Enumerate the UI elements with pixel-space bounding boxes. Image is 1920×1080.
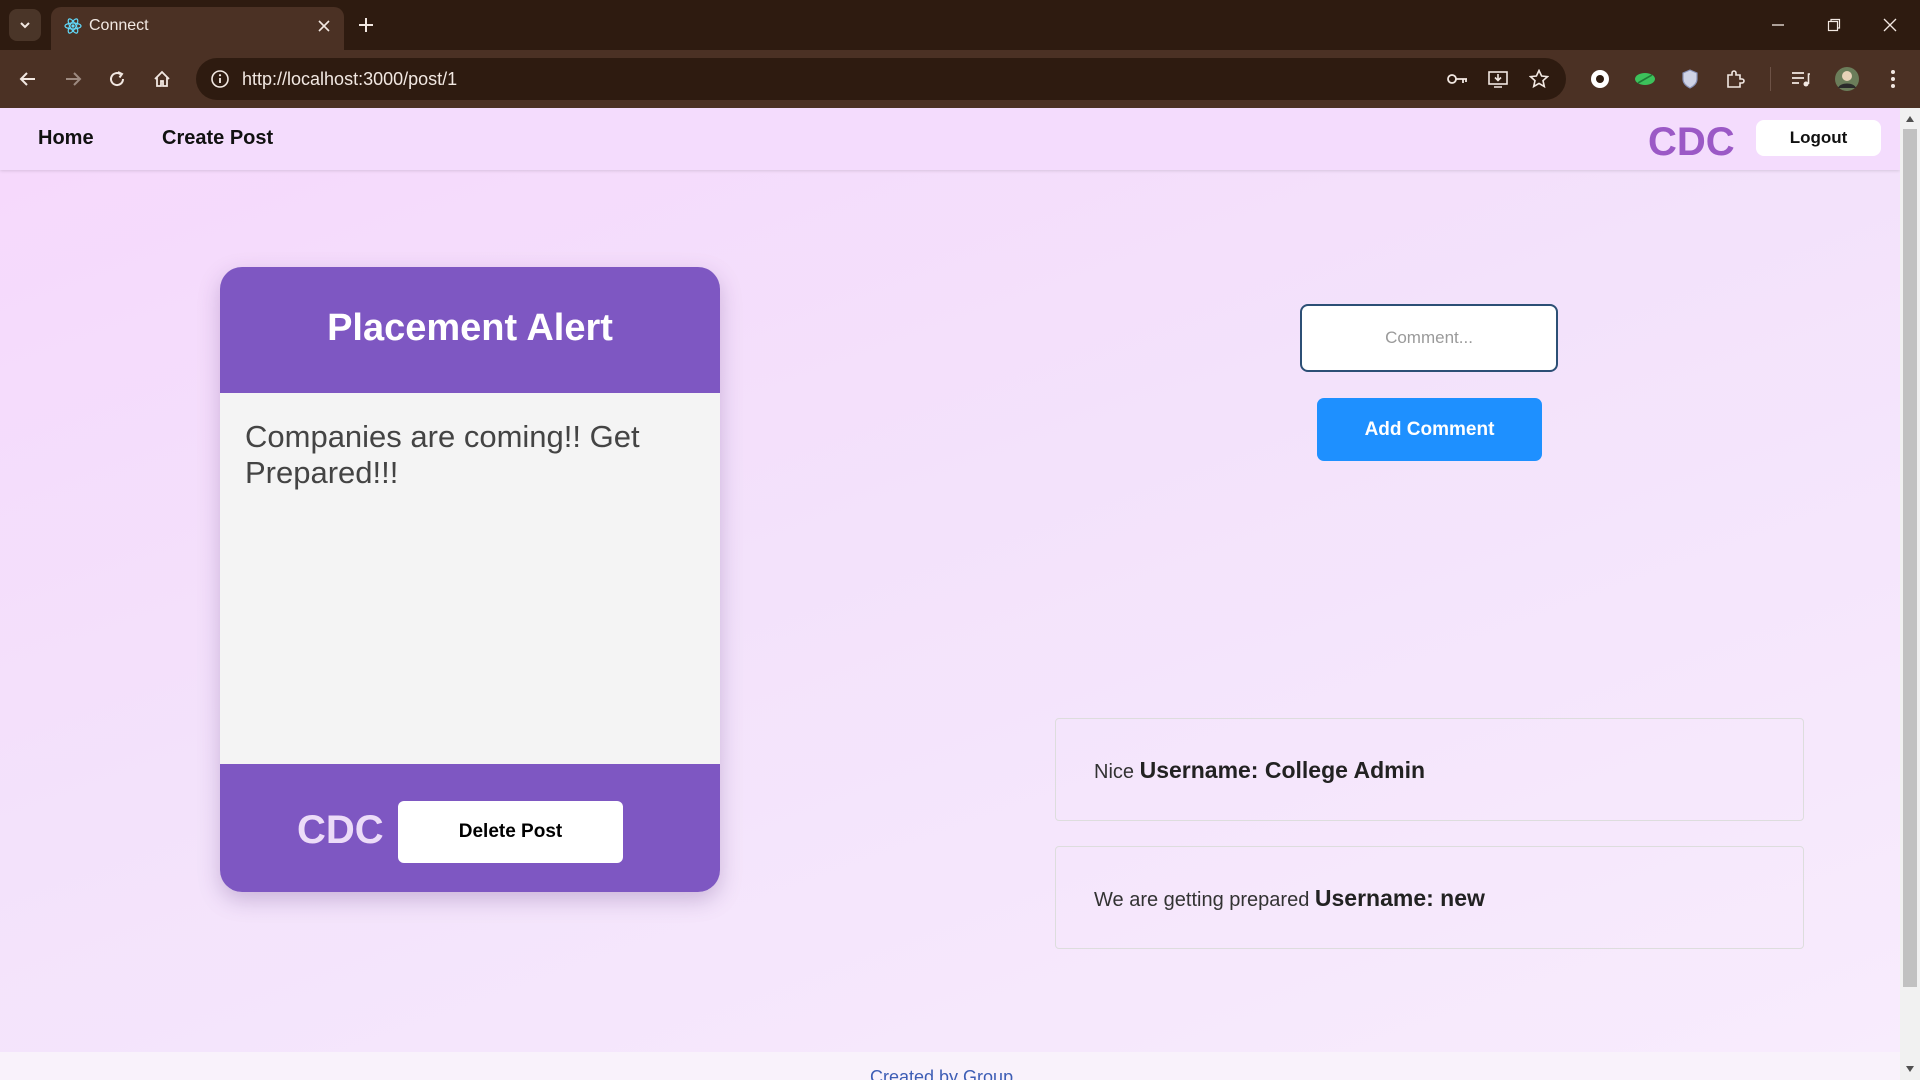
- scroll-up-arrow[interactable]: [1905, 114, 1915, 124]
- toolbar-divider: [1770, 67, 1771, 91]
- add-comment-button[interactable]: Add Comment: [1317, 398, 1542, 461]
- delete-post-button[interactable]: Delete Post: [398, 801, 623, 863]
- close-icon: [318, 20, 330, 32]
- minimize-button[interactable]: [1758, 10, 1798, 40]
- info-icon: [211, 70, 229, 88]
- extension-2-button[interactable]: [1629, 63, 1661, 95]
- reload-button[interactable]: [101, 63, 133, 95]
- browser-tab[interactable]: Connect: [51, 7, 344, 50]
- puzzle-icon: [1727, 70, 1745, 88]
- extensions-button[interactable]: [1719, 63, 1751, 95]
- tab-list-button[interactable]: [9, 9, 41, 41]
- comment-body: Nice: [1094, 761, 1135, 783]
- nav-create-post-link[interactable]: Create Post: [162, 127, 273, 150]
- triangle-up-icon: [1906, 116, 1914, 122]
- post-footer: CDC Delete Post: [220, 764, 720, 892]
- extension-circle-icon: [1591, 70, 1609, 88]
- post-body-text: Companies are coming!! Get Prepared!!!: [245, 419, 640, 490]
- post-author: CDC: [297, 808, 384, 852]
- page-viewport: Home Create Post CDC Logout Placement Al…: [0, 108, 1900, 1080]
- comment-username: Username: new: [1314, 885, 1485, 911]
- close-window-button[interactable]: [1870, 10, 1910, 40]
- shield-icon: [1682, 69, 1698, 89]
- forward-button[interactable]: [57, 63, 89, 95]
- comment-input[interactable]: [1300, 304, 1558, 372]
- home-icon: [154, 70, 170, 87]
- new-tab-button[interactable]: [352, 11, 380, 39]
- home-button[interactable]: [146, 63, 178, 95]
- post-title: Placement Alert: [327, 307, 613, 349]
- restore-icon: [1827, 18, 1841, 32]
- playlist-icon: [1792, 72, 1810, 87]
- comment-item: We are getting prepared Username: new: [1055, 846, 1804, 949]
- restore-button[interactable]: [1814, 10, 1854, 40]
- comment-username: Username: College Admin: [1139, 757, 1426, 783]
- avatar: [1835, 67, 1859, 91]
- reload-icon: [110, 71, 125, 87]
- install-icon: [1488, 71, 1508, 88]
- green-leaf-icon: [1635, 73, 1655, 85]
- install-app-button[interactable]: [1482, 63, 1514, 95]
- media-control-button[interactable]: [1785, 63, 1817, 95]
- profile-avatar-button[interactable]: [1831, 63, 1863, 95]
- chevron-down-icon: [20, 22, 30, 29]
- logout-button[interactable]: Logout: [1756, 120, 1881, 156]
- back-button[interactable]: [12, 63, 44, 95]
- comment-text: Nice Username: College Admin: [1094, 757, 1425, 784]
- scrollbar-thumb[interactable]: [1903, 129, 1917, 987]
- extension-3-button[interactable]: [1674, 63, 1706, 95]
- site-navbar: Home Create Post CDC Logout: [0, 108, 1900, 170]
- page-scrollbar[interactable]: [1900, 108, 1920, 1080]
- close-icon: [1883, 18, 1897, 32]
- url-text: http://localhost:3000/post/1: [242, 69, 458, 89]
- browser-menu-button[interactable]: [1877, 63, 1909, 95]
- browser-toolbar: http://localhost:3000/post/1: [0, 50, 1920, 108]
- minimize-icon: [1772, 24, 1784, 26]
- footer-text: Created by Group...: [870, 1067, 1029, 1080]
- plus-icon: [359, 18, 373, 32]
- comment-text: We are getting prepared Username: new: [1094, 885, 1485, 912]
- page-footer: Created by Group...: [0, 1052, 1900, 1080]
- tab-close-button[interactable]: [314, 16, 334, 36]
- site-info-button[interactable]: [204, 63, 236, 95]
- arrow-left-icon: [19, 72, 35, 86]
- address-bar[interactable]: http://localhost:3000/post/1: [196, 58, 1566, 100]
- react-logo-icon: [64, 18, 82, 34]
- password-key-button[interactable]: [1442, 63, 1474, 95]
- triangle-down-icon: [1906, 1066, 1914, 1072]
- post-header: Placement Alert: [220, 267, 720, 393]
- comment-item: Nice Username: College Admin: [1055, 718, 1804, 821]
- comment-body: We are getting prepared: [1094, 889, 1310, 911]
- tab-title: Connect: [89, 17, 149, 34]
- nav-home-link[interactable]: Home: [38, 127, 94, 150]
- arrow-right-icon: [66, 72, 82, 86]
- brand-logo-text: CDC: [1648, 120, 1735, 164]
- extension-1-button[interactable]: [1584, 63, 1616, 95]
- bookmark-button[interactable]: [1523, 63, 1555, 95]
- browser-tab-bar: Connect: [0, 0, 1920, 50]
- post-card: Placement Alert Companies are coming!! G…: [220, 267, 720, 892]
- more-vertical-icon: [1891, 70, 1895, 88]
- scroll-down-arrow[interactable]: [1905, 1064, 1915, 1074]
- key-icon: [1447, 74, 1467, 84]
- star-icon: [1529, 69, 1549, 89]
